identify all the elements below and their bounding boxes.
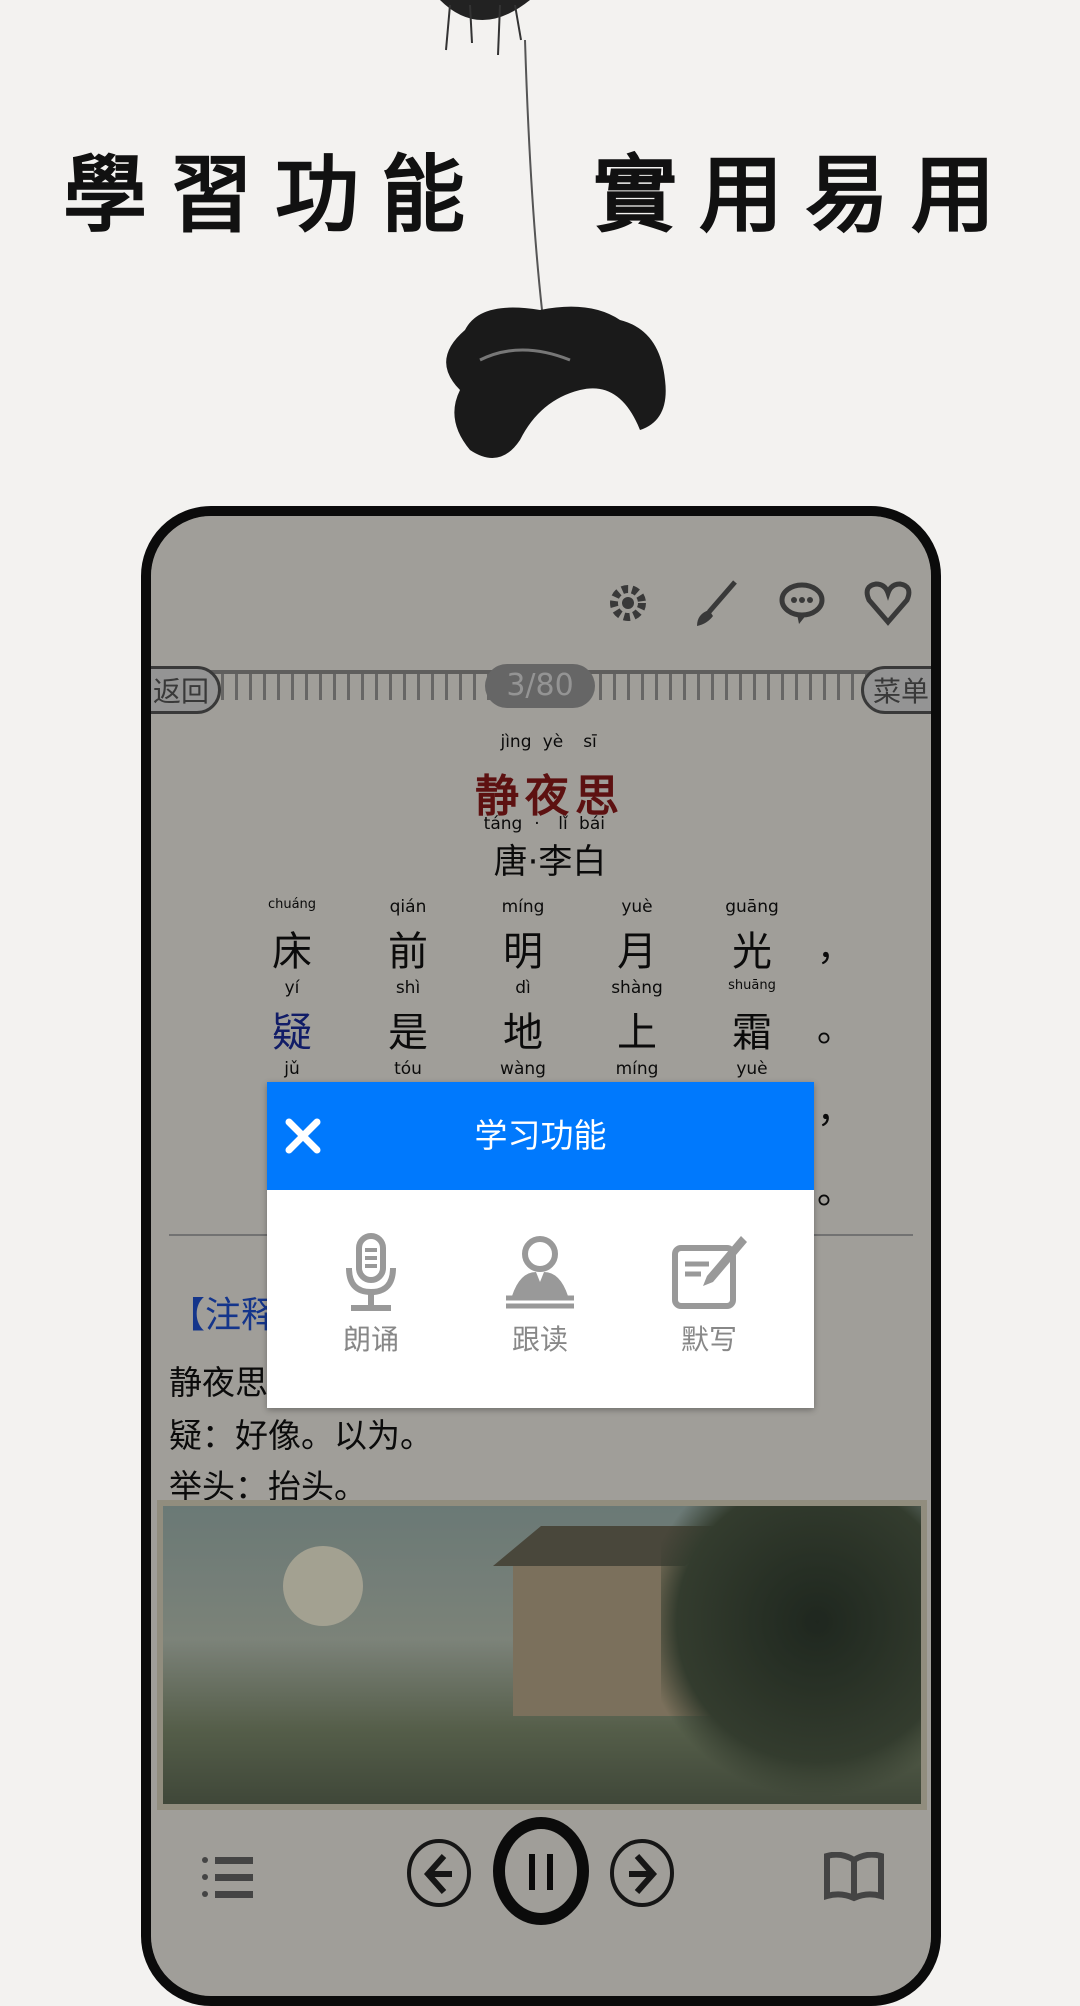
reader-icon xyxy=(506,1236,574,1309)
follow-read-button[interactable]: 跟读 xyxy=(480,1232,600,1358)
edit-icon xyxy=(672,1236,747,1309)
follow-read-label: 跟读 xyxy=(511,1323,568,1356)
recite-label: 朗诵 xyxy=(342,1323,399,1356)
dictation-button[interactable]: 默写 xyxy=(649,1232,769,1358)
study-functions-dialog: 学习功能 朗诵 跟读 默写 xyxy=(267,1082,814,1408)
dictation-label: 默写 xyxy=(680,1323,737,1356)
recite-button[interactable]: 朗诵 xyxy=(311,1232,431,1358)
dialog-title: 学习功能 xyxy=(474,1116,607,1155)
microphone-icon xyxy=(346,1233,396,1311)
dialog-header: 学习功能 xyxy=(267,1082,814,1190)
headline: 學習功能 實用易用 xyxy=(62,145,1017,244)
